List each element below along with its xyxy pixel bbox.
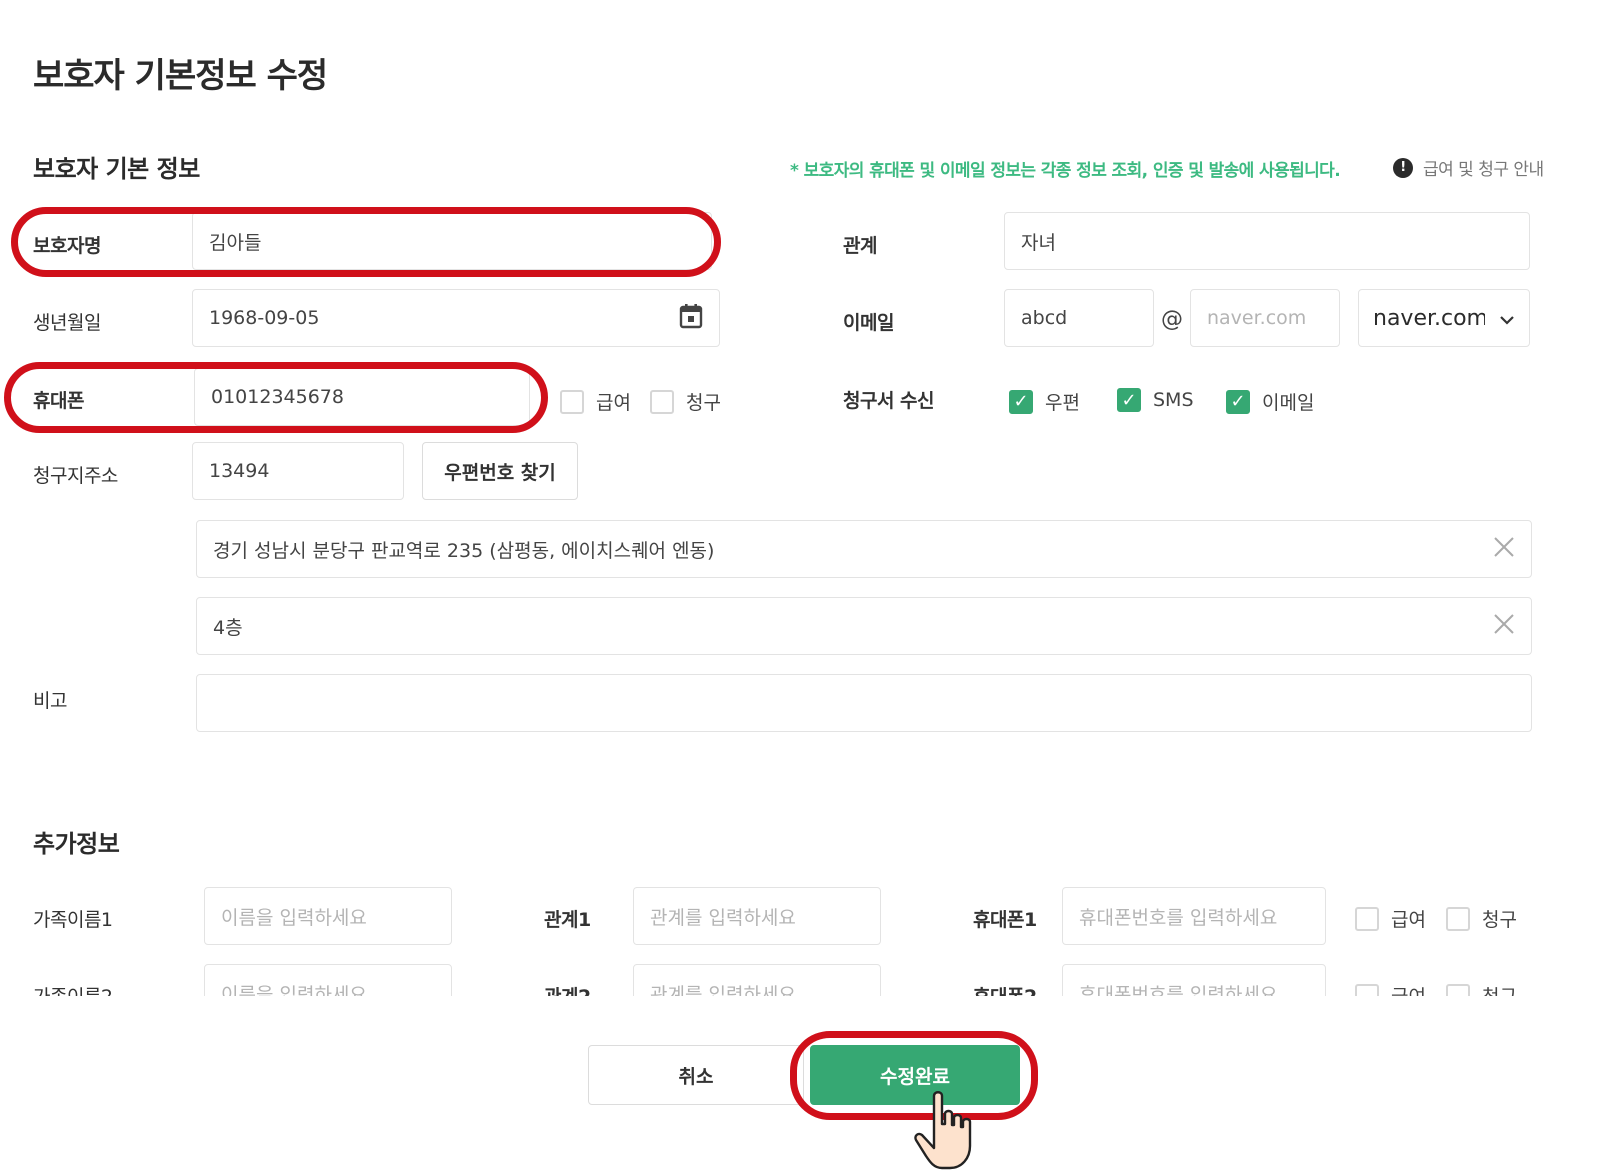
phone-value: 01012345678 (211, 386, 344, 408)
info-icon: ! (1393, 157, 1413, 178)
chevron-down-icon (1499, 306, 1515, 331)
zipcode-value: 13494 (209, 460, 270, 482)
birth-label: 생년월일 (33, 312, 101, 334)
find-zipcode-button[interactable]: 우편번호 찾기 (422, 442, 578, 500)
bill-receive-mail-checkbox[interactable]: ✓ 우편 (1009, 388, 1080, 415)
family-phone-input-2[interactable]: 휴대폰번호를 입력하세요 (1062, 964, 1326, 996)
bill-receive-email-label: 이메일 (1262, 392, 1315, 414)
phone-opt-pay-label: 급여 (596, 392, 631, 414)
bill-receive-sms-checkbox[interactable]: ✓ SMS (1117, 388, 1194, 412)
family-phone-label-1: 휴대폰1 (973, 909, 1037, 931)
relation-label: 관계 (843, 235, 877, 257)
family-opt-bill-checkbox-1[interactable]: 청구 (1446, 905, 1517, 932)
address1-input[interactable]: 경기 성남시 분당구 판교역로 235 (삼평동, 에이치스퀘어 엔동) (196, 520, 1532, 578)
hand-pointer-icon (912, 1090, 980, 1172)
address2-value: 4층 (213, 616, 243, 639)
bill-receive-mail-label: 우편 (1045, 392, 1080, 414)
family-opt-bill-label-2: 청구 (1482, 982, 1517, 996)
zipcode-input[interactable]: 13494 (192, 442, 404, 500)
bill-receive-label: 청구서 수신 (843, 390, 935, 412)
relation-input[interactable]: 자녀 (1004, 212, 1530, 270)
extra-rows-scroll-area[interactable]: 가족이름1 이름을 입력하세요 관계1 관계를 입력하세요 휴대폰1 휴대폰번호… (0, 860, 1598, 996)
phone-opt-pay-checkbox[interactable]: 급여 (560, 388, 631, 415)
guardian-name-value: 김아들 (209, 231, 262, 254)
checkbox-icon (1355, 906, 1379, 931)
bill-receive-email-checkbox[interactable]: ✓ 이메일 (1226, 388, 1314, 415)
address-label: 청구지주소 (33, 465, 118, 487)
family-relation-input-1[interactable]: 관계를 입력하세요 (633, 887, 881, 945)
family-relation-placeholder-2: 관계를 입력하세요 (650, 983, 796, 997)
address2-input[interactable]: 4층 (196, 597, 1532, 655)
check-icon: ✓ (1117, 388, 1141, 412)
phone-input[interactable]: 01012345678 (194, 368, 530, 426)
family-phone-input-1[interactable]: 휴대폰번호를 입력하세요 (1062, 887, 1326, 945)
checkbox-icon (1446, 983, 1470, 996)
birth-date-input[interactable]: 1968-09-05 (192, 289, 720, 347)
family-relation-label-1: 관계1 (544, 909, 591, 931)
memo-input[interactable] (196, 674, 1532, 732)
phone-opt-bill-checkbox[interactable]: 청구 (650, 388, 721, 415)
phone-label: 휴대폰 (33, 390, 84, 412)
section-title-basic: 보호자 기본 정보 (33, 155, 200, 183)
birth-date-value: 1968-09-05 (209, 307, 320, 329)
notice-text: * 보호자의 휴대폰 및 이메일 정보는 각종 정보 조회, 인증 및 발송에 … (790, 161, 1341, 181)
email-id-input[interactable]: abcd (1004, 289, 1154, 347)
cancel-button[interactable]: 취소 (588, 1045, 804, 1105)
checkbox-icon (560, 389, 584, 414)
email-at-sign: @ (1161, 307, 1183, 332)
family-opt-bill-label-1: 청구 (1482, 909, 1517, 931)
close-icon[interactable] (1493, 534, 1515, 564)
name-label: 보호자명 (33, 235, 101, 257)
family-name-input-1[interactable]: 이름을 입력하세요 (204, 887, 452, 945)
section-title-extra: 추가정보 (33, 830, 120, 858)
family-name-placeholder-2: 이름을 입력하세요 (221, 983, 367, 997)
calendar-icon[interactable] (679, 303, 703, 334)
checkbox-icon (1446, 906, 1470, 931)
relation-value: 자녀 (1021, 231, 1056, 254)
family-opt-pay-checkbox-2[interactable]: 급여 (1355, 982, 1426, 996)
email-domain-placeholder: naver.com (1207, 307, 1307, 329)
email-domain-input[interactable]: naver.com (1190, 289, 1340, 347)
email-id-value: abcd (1021, 307, 1068, 329)
checkbox-icon (650, 389, 674, 414)
family-name-placeholder-1: 이름을 입력하세요 (221, 906, 367, 929)
phone-opt-bill-label: 청구 (686, 392, 721, 414)
family-name-input-2[interactable]: 이름을 입력하세요 (204, 964, 452, 996)
page-title: 보호자 기본정보 수정 (33, 56, 328, 96)
family-relation-placeholder-1: 관계를 입력하세요 (650, 906, 796, 929)
family-phone-label-2: 휴대폰2 (973, 982, 1037, 996)
family-relation-label-2: 관계2 (544, 982, 591, 996)
checkbox-icon (1355, 983, 1379, 996)
family-relation-input-2[interactable]: 관계를 입력하세요 (633, 964, 881, 996)
address1-value: 경기 성남시 분당구 판교역로 235 (삼평동, 에이치스퀘어 엔동) (213, 539, 715, 562)
family-opt-bill-checkbox-2[interactable]: 청구 (1446, 982, 1517, 996)
email-label: 이메일 (843, 312, 894, 334)
bill-receive-sms-label: SMS (1153, 389, 1194, 411)
guide-label: 급여 및 청구 안내 (1423, 160, 1544, 180)
family-phone-placeholder-1: 휴대폰번호를 입력하세요 (1079, 906, 1278, 929)
family-opt-pay-checkbox-1[interactable]: 급여 (1355, 905, 1426, 932)
family-opt-pay-label-1: 급여 (1391, 909, 1426, 931)
email-domain-select[interactable]: naver.com (1358, 289, 1530, 347)
family-opt-pay-label-2: 급여 (1391, 982, 1426, 996)
family-name-label-1: 가족이름1 (33, 909, 113, 931)
close-icon[interactable] (1493, 611, 1515, 641)
guide-link[interactable]: ! 급여 및 청구 안내 (1393, 155, 1544, 180)
check-icon: ✓ (1009, 389, 1033, 414)
check-icon: ✓ (1226, 389, 1250, 414)
memo-label: 비고 (33, 690, 67, 712)
family-phone-placeholder-2: 휴대폰번호를 입력하세요 (1079, 983, 1278, 997)
family-name-label-2: 가족이름2 (33, 982, 113, 996)
guardian-name-input[interactable]: 김아들 (192, 212, 712, 270)
email-domain-selected: naver.com (1373, 305, 1485, 331)
